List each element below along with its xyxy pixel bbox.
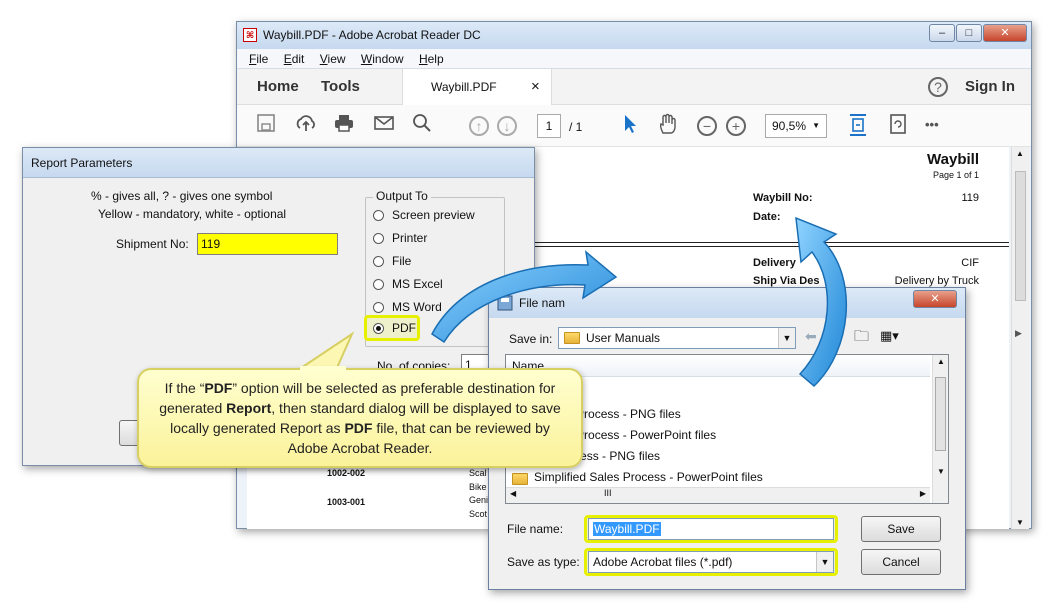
callout-text-1: If the “ (164, 380, 205, 396)
callout-pointer-join (300, 366, 346, 372)
callout-pdf-1: PDF (204, 380, 233, 396)
annotation-overlay (294, 216, 848, 388)
annotation-callout: If the “PDF” option will be selected as … (137, 368, 583, 468)
arrow-to-acrobat-icon (795, 216, 848, 388)
arrow-to-save-dialog-icon (431, 250, 618, 344)
callout-pointer (294, 331, 355, 371)
callout-report: Report (226, 400, 272, 416)
callout-pdf-2: PDF (344, 420, 373, 436)
